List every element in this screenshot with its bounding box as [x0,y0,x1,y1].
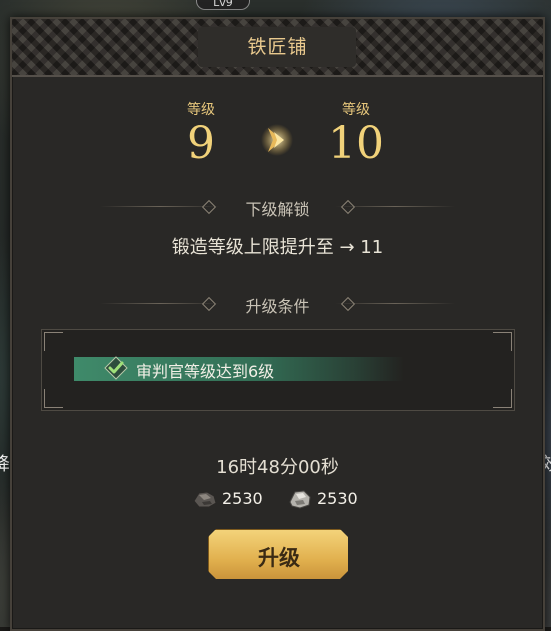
checkmark-icon [104,356,128,380]
unlock-section-title: 下级解锁 [245,200,310,219]
current-level-label: 等级 [187,102,215,118]
next-level-value: 10 [328,118,384,169]
unlock-description: 锻造等级上限提升至 → 11 [171,237,384,258]
dialog-title: 铁匠铺 [247,36,308,58]
current-level: 等级 9 [161,99,241,167]
cost-value: 2530 [222,489,263,508]
level-arrow-icon [261,124,293,156]
box-corner-ornament [44,332,63,351]
box-corner-ornament [493,332,512,351]
current-level-value: 9 [187,118,215,169]
building-upgrade-dialog: 铁匠铺 等级 9 等级 10 下级解锁 锻造等级上限提升至 → 11 升级条件 [10,17,545,631]
upgrade-button[interactable]: 升级 [208,529,348,579]
cost-value: 2530 [317,489,358,508]
box-corner-ornament [44,389,63,408]
iron-ore-icon [193,491,217,508]
cost-item: 2530 [287,487,367,509]
requirements-section-title: 升级条件 [245,297,310,316]
next-level-label: 等级 [342,102,370,118]
background-text-fragment: 降 [0,454,10,475]
level-badge: Lv9 [196,0,250,10]
stone-ore-icon [289,490,311,509]
box-corner-ornament [493,389,512,408]
upgrade-time: 16时48分00秒 [216,457,339,478]
requirement-text: 审判官等级达到6级 [136,362,275,381]
cost-item: 2530 [192,487,272,509]
upgrade-button-label: 升级 [258,546,300,570]
next-level: 等级 10 [316,99,396,167]
